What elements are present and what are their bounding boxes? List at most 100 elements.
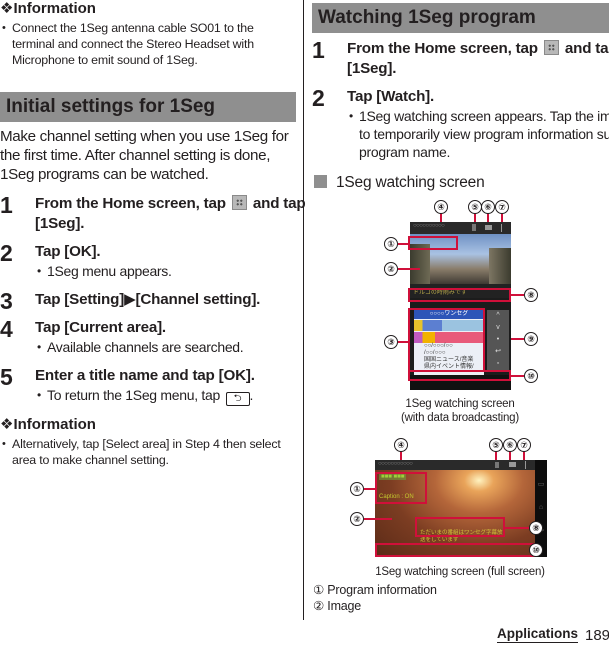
- leader-line: [495, 451, 497, 460]
- leader-line: [511, 294, 524, 296]
- info-bullet: Connect the 1Seg antenna cable SO01 to t…: [0, 20, 296, 68]
- leader-line: [440, 213, 442, 222]
- apps-grid-icon: [543, 40, 559, 55]
- highlight-program-info: [375, 472, 427, 504]
- callout-7: ⑦: [517, 438, 531, 452]
- key-back-icon[interactable]: ↩: [487, 346, 509, 358]
- leader-line: [398, 268, 420, 270]
- step-1: 1 From the Home screen, tap and tap [1Se…: [0, 192, 331, 234]
- leader-line: [523, 451, 525, 460]
- callout-2: ②: [350, 512, 364, 526]
- menu-icon: [501, 224, 502, 232]
- callout-1: ①: [350, 482, 364, 496]
- leader-line: [487, 213, 489, 222]
- building-right: [489, 248, 511, 284]
- callout-3: ③: [384, 335, 398, 349]
- callout-4: ④: [394, 438, 408, 452]
- leader-line: [505, 527, 529, 529]
- page-number: 189: [585, 627, 609, 644]
- apps-grid-icon: [231, 195, 247, 210]
- callout-7: ⑦: [495, 200, 509, 214]
- step-title: Tap [OK].: [35, 243, 101, 260]
- home-icon[interactable]: ⌂: [535, 504, 547, 511]
- step-2: 2 Tap [OK]. 1Seg menu appears.: [0, 240, 331, 280]
- key-enter-icon[interactable]: •: [487, 334, 509, 346]
- step-number: 2: [0, 240, 13, 266]
- channel-name-text: ○○○○○○○○○○: [413, 223, 445, 229]
- info-bullet: Alternatively, tap [Select area] in Step…: [0, 436, 296, 468]
- step-title: Enter a title name and tap [OK].: [35, 367, 255, 384]
- recent-apps-icon[interactable]: ▭: [535, 480, 547, 488]
- callout-6: ⑥: [503, 438, 517, 452]
- subsection-heading: 1Seg watching screen: [314, 173, 485, 192]
- legend-label: Image: [327, 599, 362, 613]
- leader-line: [398, 341, 408, 343]
- back-key-icon: ⮌: [225, 392, 250, 406]
- step-5: 5 Enter a title name and tap [OK]. To re…: [0, 364, 331, 406]
- info-heading: ❖Information: [0, 416, 96, 433]
- leader-line: [364, 488, 375, 490]
- rotate-icon: [495, 462, 499, 468]
- step-number: 1: [0, 192, 13, 218]
- leader-line: [501, 213, 503, 222]
- key-down-icon[interactable]: v: [487, 322, 509, 334]
- callout-5: ⑤: [489, 438, 503, 452]
- step-number: 2: [312, 85, 325, 111]
- legend-mark: ②: [313, 599, 325, 613]
- footer-category: Applications: [497, 626, 579, 643]
- step-2: 2 Tap [Watch]. 1Seg watching screen appe…: [312, 85, 609, 161]
- step-bullet: Available channels are searched.: [35, 338, 331, 356]
- step-title: Tap [Watch].: [347, 88, 435, 105]
- callout-8: ⑧: [524, 288, 538, 302]
- step-title: From the Home screen, tap and tap [1Seg]…: [35, 194, 331, 234]
- rotate-icon: [472, 224, 476, 231]
- caption-line: (with data broadcasting): [401, 412, 519, 424]
- step-title-part: From the Home screen, tap: [347, 40, 538, 57]
- leader-line: [509, 451, 511, 460]
- channel-name-text: ○○○○○○○○○○○: [378, 461, 413, 467]
- highlight-data-broadcast: [408, 308, 485, 372]
- legend-mark: ①: [313, 583, 325, 597]
- step-3: 3 Tap [Setting]▶[Channel setting].: [0, 288, 331, 314]
- status-bar: ○○○○○○○○○○○: [375, 460, 535, 470]
- step-title: Tap [Setting]▶[Channel setting].: [35, 291, 261, 308]
- info-block-1: ❖Information Connect the 1Seg antenna ca…: [0, 0, 296, 68]
- highlight-status-icons: [375, 543, 535, 557]
- record-icon: [509, 462, 516, 467]
- step-number: 4: [0, 316, 13, 342]
- legend-label: Program information: [327, 583, 437, 597]
- section-title-watching: Watching 1Seg program: [312, 3, 609, 33]
- step-number: 5: [0, 364, 13, 390]
- info-block-2: ❖Information Alternatively, tap [Select …: [0, 416, 296, 468]
- key-up-icon[interactable]: ^: [487, 310, 509, 322]
- building-left: [410, 244, 430, 284]
- callout-4: ④: [434, 200, 448, 214]
- step-4: 4 Tap [Current area]. Available channels…: [0, 316, 331, 356]
- highlight-subtitle: [408, 288, 511, 302]
- leader-line: [474, 213, 476, 222]
- leader-line: [400, 451, 402, 460]
- callout-6: ⑥: [481, 200, 495, 214]
- step-title: From the Home screen, tap and tap [1Seg]…: [347, 39, 609, 79]
- leader-line: [511, 375, 524, 377]
- highlight-status-icons: [408, 370, 511, 381]
- callout-9: ⑨: [524, 332, 538, 346]
- leader-line: [364, 518, 392, 520]
- bullet-text: To return the 1Seg menu, tap: [47, 387, 220, 403]
- step-title-part: From the Home screen, tap: [35, 195, 226, 212]
- legend-item: ② Image: [313, 598, 437, 614]
- bullet-text-end: .: [249, 387, 254, 403]
- column-divider: [303, 0, 304, 620]
- info-heading: ❖Information: [0, 0, 96, 17]
- step-bullet: 1Seg watching screen appears. Tap the im…: [347, 107, 609, 161]
- step-1: 1 From the Home screen, tap and tap [1Se…: [312, 37, 609, 79]
- leader-line: [511, 338, 524, 340]
- step-number: 3: [0, 288, 13, 314]
- record-icon: [485, 225, 492, 230]
- caption-line: 1Seg watching screen: [405, 398, 515, 410]
- key-color-icon[interactable]: ▫: [487, 358, 509, 370]
- section-title-initial-settings: Initial settings for 1Seg: [0, 92, 296, 122]
- subsection-label: 1Seg watching screen: [336, 174, 485, 191]
- highlight-subtitle: [415, 517, 505, 537]
- step-number: 1: [312, 37, 325, 63]
